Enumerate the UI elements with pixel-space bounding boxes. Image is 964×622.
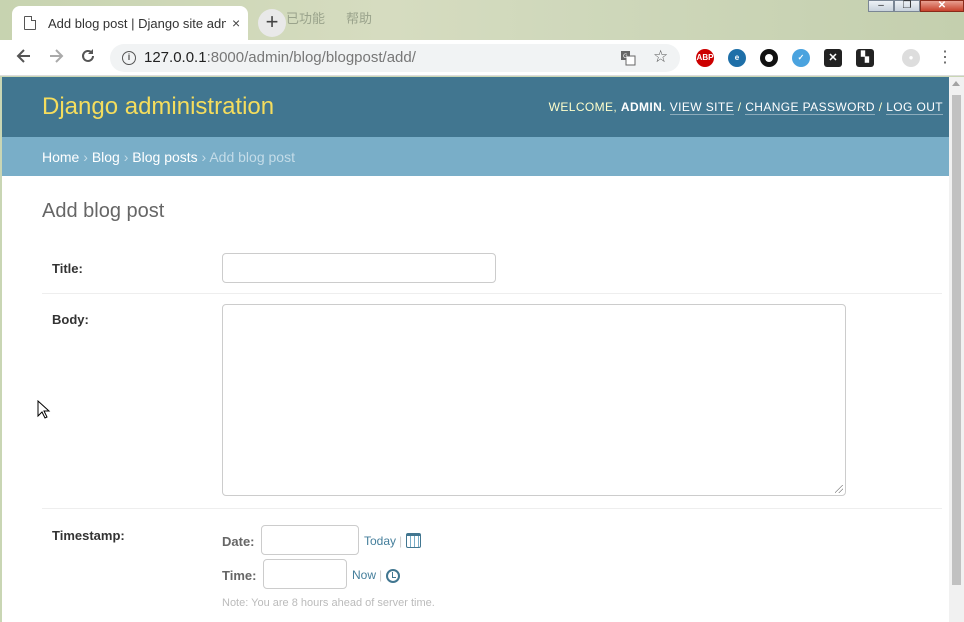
- body-textarea[interactable]: [222, 304, 846, 496]
- admin-header: Django administration WELCOME, ADMIN. VI…: [2, 77, 949, 137]
- scrollbar[interactable]: [949, 77, 964, 622]
- close-window-button[interactable]: ✕: [920, 0, 964, 12]
- calendar-icon[interactable]: [406, 533, 421, 548]
- log-out-link[interactable]: LOG OUT: [886, 100, 943, 115]
- url-text: 127.0.0.1:8000/admin/blog/blogpost/add/: [144, 49, 416, 66]
- extension-x-icon[interactable]: ✕: [824, 49, 842, 67]
- date-label: Date:: [222, 534, 255, 549]
- page-icon: [24, 16, 36, 30]
- welcome-text: WELCOME,: [548, 100, 621, 114]
- clock-icon[interactable]: [386, 569, 400, 583]
- title-label: Title:: [52, 261, 83, 276]
- breadcrumb-blog[interactable]: Blog: [92, 149, 120, 165]
- breadcrumb-current: Add blog post: [209, 149, 295, 165]
- address-bar[interactable]: i 127.0.0.1:8000/admin/blog/blogpost/add…: [110, 44, 680, 72]
- extension-circle-icon[interactable]: [760, 49, 778, 67]
- breadcrumb-blog-posts[interactable]: Blog posts: [132, 149, 197, 165]
- info-icon[interactable]: i: [122, 51, 136, 65]
- browser-toolbar: i 127.0.0.1:8000/admin/blog/blogpost/add…: [0, 40, 964, 76]
- page-title: Add blog post: [42, 200, 165, 222]
- username: ADMIN: [620, 100, 663, 114]
- window-controls: – ❐ ✕: [868, 0, 964, 12]
- timestamp-form-row: Timestamp: Date: Today | Time: Now | Note:…: [42, 509, 942, 622]
- scroll-up-arrow-icon[interactable]: [952, 81, 960, 86]
- view-site-link[interactable]: VIEW SITE: [669, 100, 734, 115]
- date-input[interactable]: [261, 525, 359, 555]
- star-icon[interactable]: ☆: [653, 47, 668, 67]
- body-form-row: Body:: [42, 294, 942, 509]
- django-admin-page: Django administration WELCOME, ADMIN. VI…: [2, 77, 949, 622]
- now-link[interactable]: Now: [352, 568, 376, 582]
- back-arrow-icon[interactable]: [13, 47, 35, 69]
- browser-tab[interactable]: Add blog post | Django site admin ×: [12, 6, 248, 40]
- title-input[interactable]: [222, 253, 496, 283]
- new-tab-button[interactable]: +: [258, 9, 286, 37]
- desktop-text: 已功能: [286, 11, 326, 26]
- time-input[interactable]: [263, 559, 347, 589]
- change-password-link[interactable]: CHANGE PASSWORD: [745, 100, 875, 115]
- scroll-thumb[interactable]: [952, 95, 961, 585]
- forward-arrow-icon[interactable]: [45, 47, 67, 69]
- today-link-wrap: Today |: [364, 534, 403, 548]
- extension-grid-icon[interactable]: ▚: [856, 49, 874, 67]
- breadcrumb-home[interactable]: Home: [42, 149, 79, 165]
- extension-q-icon[interactable]: e: [728, 49, 746, 67]
- extension-check-icon[interactable]: ✓: [792, 49, 810, 67]
- reload-icon[interactable]: [77, 47, 99, 69]
- site-branding[interactable]: Django administration: [42, 93, 274, 121]
- breadcrumb: Home › Blog › Blog posts › Add blog post: [2, 137, 949, 176]
- profile-avatar[interactable]: ●: [902, 49, 920, 67]
- body-label: Body:: [52, 312, 89, 327]
- adblock-icon[interactable]: ABP: [696, 49, 714, 67]
- translate-icon[interactable]: G: [620, 50, 636, 70]
- desktop-text: 帮助: [346, 11, 373, 26]
- title-form-row: Title:: [42, 242, 942, 294]
- svg-text:G: G: [623, 53, 628, 60]
- maximize-button[interactable]: ❐: [894, 0, 920, 12]
- resize-handle-icon[interactable]: [835, 485, 843, 493]
- timezone-note: Note: You are 8 hours ahead of server ti…: [222, 597, 435, 609]
- timestamp-label: Timestamp:: [52, 528, 125, 543]
- menu-dots-icon[interactable]: ⋮: [934, 47, 956, 69]
- now-link-wrap: Now |: [352, 568, 383, 582]
- tab-title: Add blog post | Django site admin: [48, 15, 226, 31]
- minimize-button[interactable]: –: [868, 0, 894, 12]
- time-label: Time:: [222, 568, 257, 583]
- today-link[interactable]: Today: [364, 534, 396, 548]
- tab-close-icon[interactable]: ×: [232, 15, 240, 31]
- user-tools: WELCOME, ADMIN. VIEW SITE / CHANGE PASSW…: [548, 100, 943, 115]
